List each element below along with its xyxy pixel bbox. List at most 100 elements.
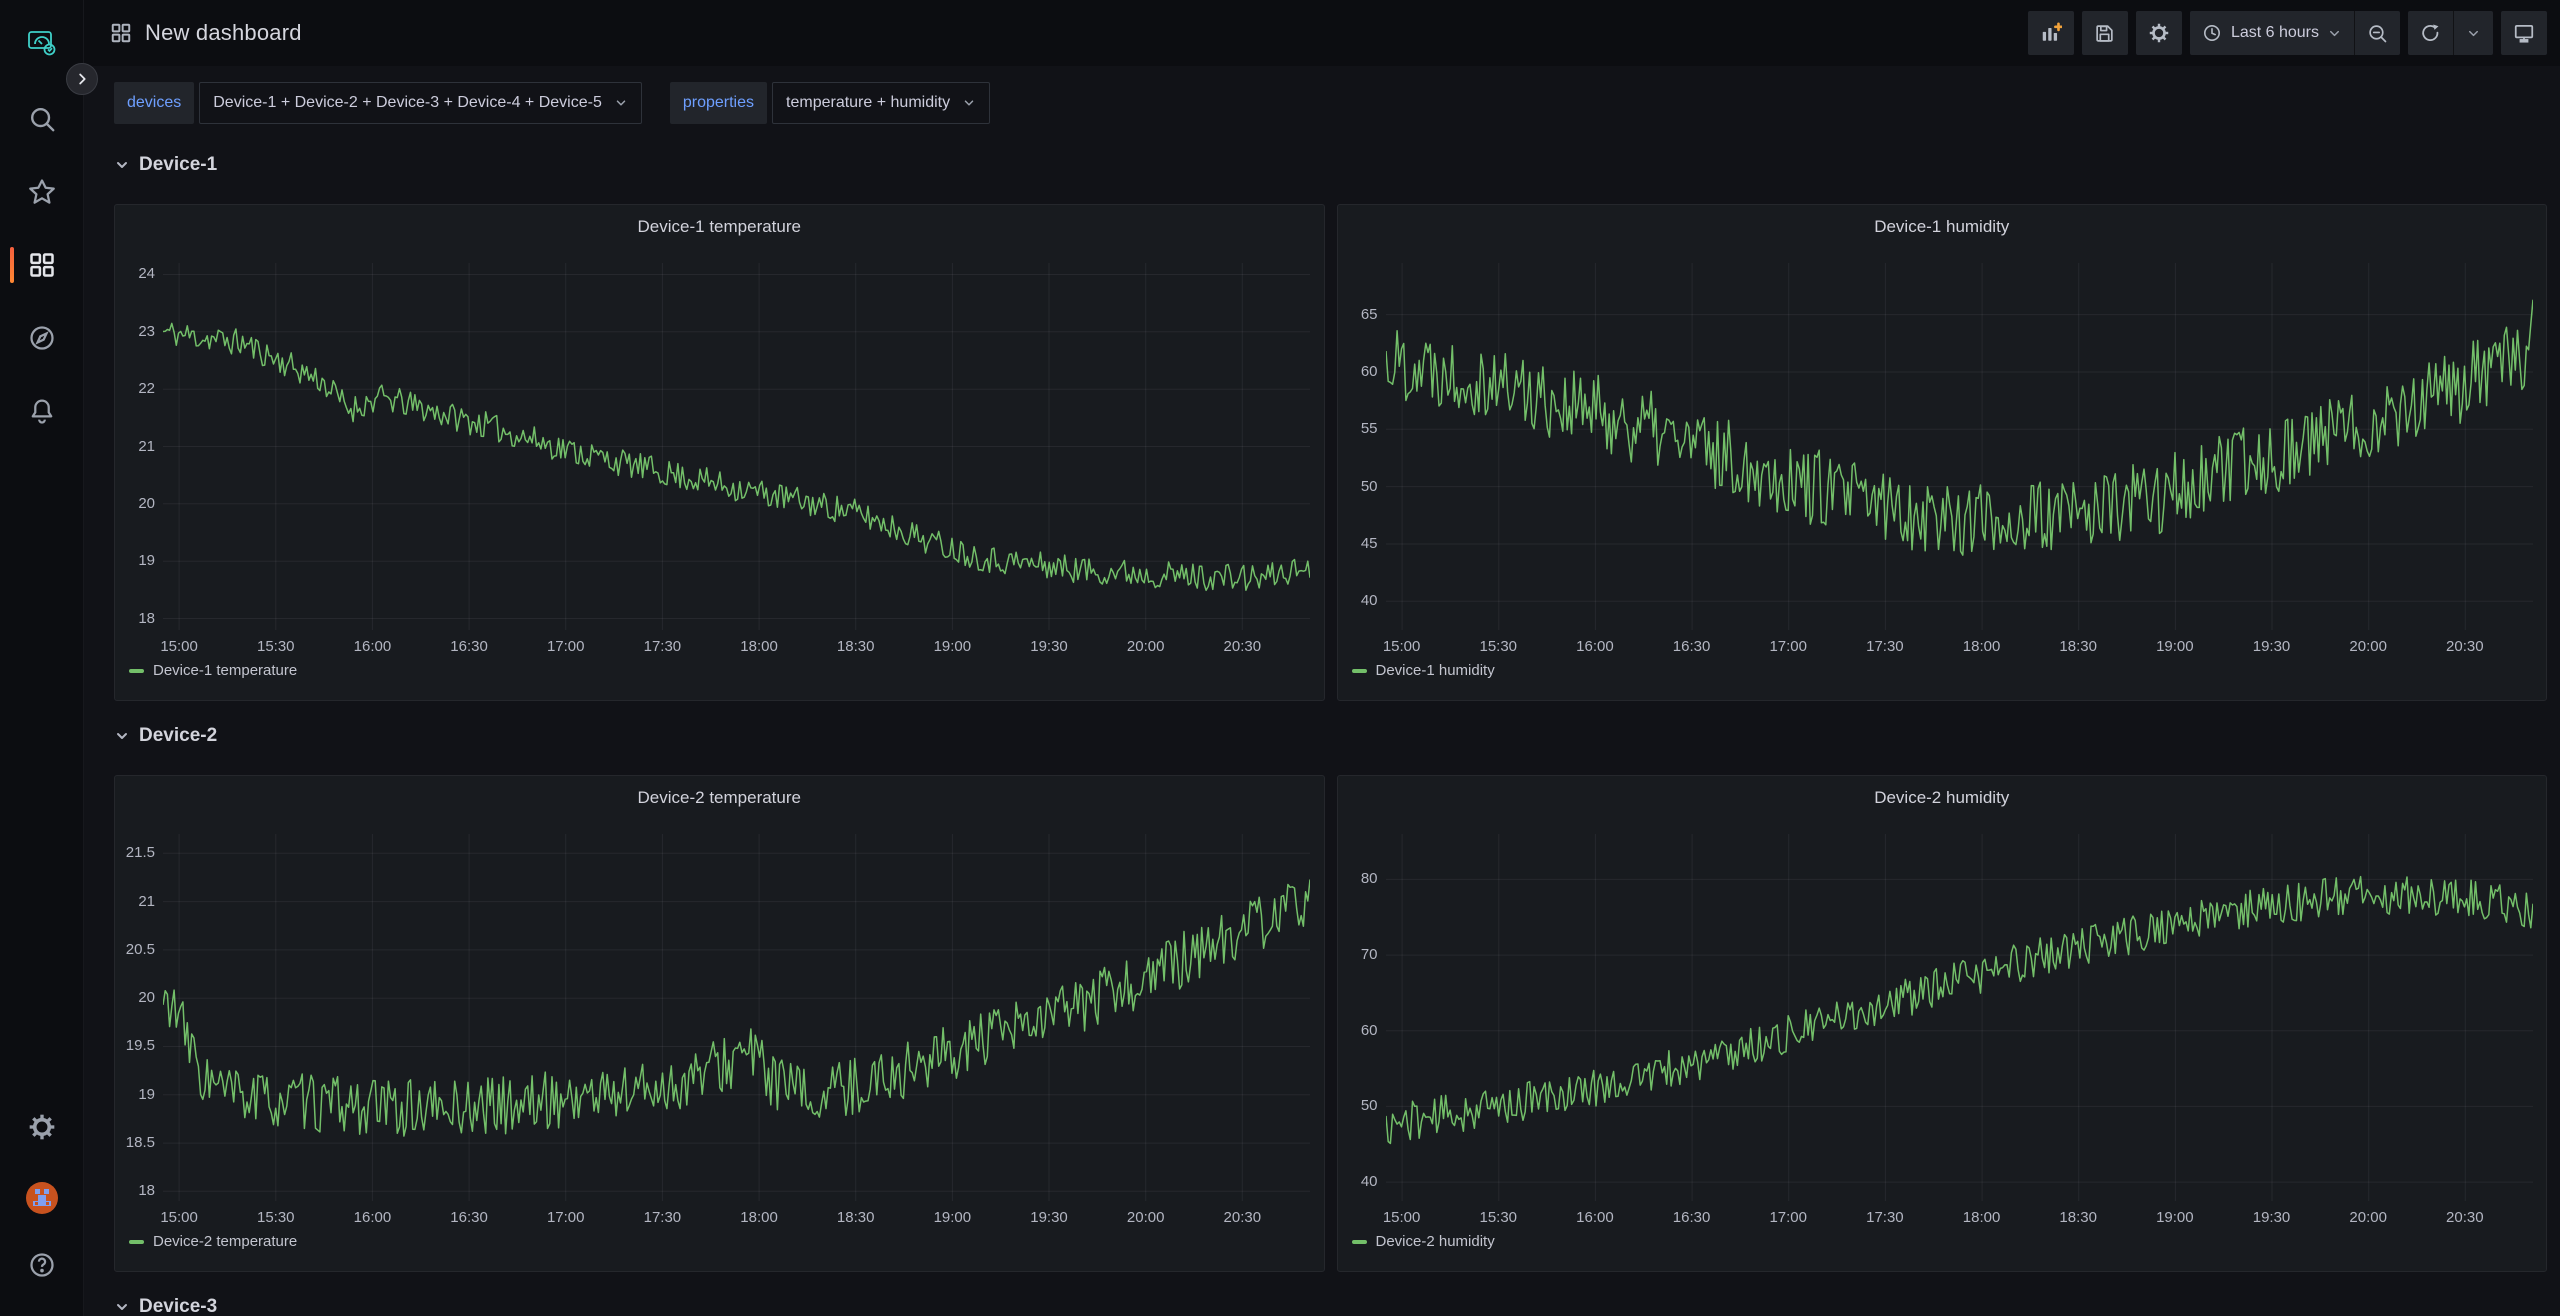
panel-title[interactable]: Device-2 temperature [115, 788, 1324, 808]
dashboard-settings-button[interactable] [2136, 11, 2182, 55]
x-axis-tick-label: 18:00 [731, 638, 787, 655]
timeseries-panel: Device-1 temperature Device-1 temperatur… [114, 204, 1325, 701]
variable-label[interactable]: devices [114, 82, 194, 124]
timeseries-panel: Device-2 temperature Device-2 temperatur… [114, 775, 1325, 1272]
series-line [1386, 877, 2533, 1144]
x-axis-tick-label: 20:00 [1118, 1209, 1174, 1226]
y-axis-tick-label: 21.5 [115, 844, 155, 861]
legend-item[interactable]: Device-2 temperature [129, 1233, 297, 1250]
sidebar [0, 0, 84, 1316]
y-axis-tick-label: 50 [1338, 478, 1378, 495]
y-axis-tick-label: 18 [115, 1182, 155, 1199]
grafana-app: New dashboard [0, 0, 2560, 1316]
dashboard-row-header[interactable]: Device-2 [114, 723, 2547, 749]
x-axis-tick-label: 19:00 [924, 1209, 980, 1226]
y-axis-tick-label: 55 [1338, 420, 1378, 437]
time-series-plot[interactable] [163, 263, 1310, 630]
x-axis-tick-label: 15:00 [151, 1209, 207, 1226]
expand-nav-button[interactable] [66, 63, 98, 95]
x-axis-tick-label: 16:00 [344, 1209, 400, 1226]
x-axis-tick-label: 19:30 [1021, 1209, 1077, 1226]
y-axis-tick-label: 20 [115, 495, 155, 512]
y-axis-tick-label: 20.5 [115, 941, 155, 958]
y-axis-tick-label: 40 [1338, 1173, 1378, 1190]
variable-value-dropdown[interactable]: Device-1 + Device-2 + Device-3 + Device-… [199, 82, 642, 124]
panel-title[interactable]: Device-1 humidity [1338, 217, 2547, 237]
y-axis-tick-label: 18.5 [115, 1134, 155, 1151]
x-axis-tick-label: 17:00 [1760, 1209, 1816, 1226]
panel-title[interactable]: Device-2 humidity [1338, 788, 2547, 808]
variable-control: properties temperature + humidity [670, 82, 990, 124]
panel-title[interactable]: Device-1 temperature [115, 217, 1324, 237]
x-axis-tick-label: 19:30 [2244, 638, 2300, 655]
row-title: Device-2 [139, 725, 217, 747]
legend-label: Device-1 humidity [1376, 662, 1495, 679]
explore-compass-icon[interactable] [18, 314, 66, 362]
x-axis-tick-label: 16:00 [1567, 638, 1623, 655]
x-axis-tick-label: 19:00 [2147, 1209, 2203, 1226]
x-axis-tick-label: 19:00 [924, 638, 980, 655]
x-axis-tick-label: 17:30 [1857, 1209, 1913, 1226]
x-axis-tick-label: 20:30 [2437, 1209, 2493, 1226]
row-title: Device-3 [139, 1296, 217, 1316]
x-axis-tick-label: 17:30 [634, 1209, 690, 1226]
legend-item[interactable]: Device-2 humidity [1352, 1233, 1495, 1250]
x-axis-tick-label: 18:30 [2050, 1209, 2106, 1226]
x-axis-tick-label: 18:30 [2050, 638, 2106, 655]
dashboard-row-header[interactable]: Device-3 [114, 1294, 2547, 1316]
legend-swatch [129, 669, 144, 673]
x-axis-tick-label: 18:30 [828, 1209, 884, 1226]
x-axis-tick-label: 18:30 [828, 638, 884, 655]
kiosk-mode-button[interactable] [2501, 11, 2547, 55]
y-axis-tick-label: 21 [115, 893, 155, 910]
grafana-logo-icon[interactable] [18, 18, 66, 66]
timeseries-panel: Device-1 humidity Device-1 humidity 4045… [1337, 204, 2548, 701]
starred-icon[interactable] [18, 168, 66, 216]
x-axis-tick-label: 15:30 [1470, 638, 1526, 655]
x-axis-tick-label: 16:00 [344, 638, 400, 655]
variable-label[interactable]: properties [670, 82, 767, 124]
time-range-picker[interactable]: Last 6 hours [2190, 11, 2354, 55]
time-series-plot[interactable] [1386, 834, 2533, 1201]
time-picker-group: Last 6 hours [2190, 11, 2400, 55]
dashboard-row-header[interactable]: Device-1 [114, 152, 2547, 178]
x-axis-tick-label: 20:00 [2340, 1209, 2396, 1226]
search-icon[interactable] [18, 95, 66, 143]
y-axis-tick-label: 23 [115, 323, 155, 340]
time-series-plot[interactable] [1386, 263, 2533, 630]
refresh-group [2408, 11, 2493, 55]
time-series-plot[interactable] [163, 834, 1310, 1201]
x-axis-tick-label: 19:00 [2147, 638, 2203, 655]
x-axis-tick-label: 19:30 [1021, 638, 1077, 655]
row-title: Device-1 [139, 154, 217, 176]
x-axis-tick-label: 17:00 [1760, 638, 1816, 655]
clock-icon [2202, 23, 2222, 43]
panel-row: Device-2 temperature Device-2 temperatur… [114, 775, 2547, 1272]
dashboards-icon[interactable] [18, 241, 66, 289]
y-axis-tick-label: 70 [1338, 946, 1378, 963]
refresh-interval-caret[interactable] [2454, 11, 2493, 55]
legend-swatch [1352, 669, 1367, 673]
add-panel-button[interactable] [2028, 11, 2074, 55]
save-dashboard-button[interactable] [2082, 11, 2128, 55]
timeseries-panel: Device-2 humidity Device-2 humidity 4050… [1337, 775, 2548, 1272]
variable-value-dropdown[interactable]: temperature + humidity [772, 82, 990, 124]
x-axis-tick-label: 15:30 [248, 1209, 304, 1226]
x-axis-tick-label: 17:30 [1857, 638, 1913, 655]
alerting-bell-icon[interactable] [18, 387, 66, 435]
x-axis-tick-label: 17:00 [538, 1209, 594, 1226]
page-title[interactable]: New dashboard [145, 20, 302, 46]
series-line [163, 323, 1310, 590]
x-axis-tick-label: 17:00 [538, 638, 594, 655]
x-axis-tick-label: 15:00 [1374, 638, 1430, 655]
legend-item[interactable]: Device-1 temperature [129, 662, 297, 679]
user-avatar[interactable] [18, 1174, 66, 1222]
zoom-out-button[interactable] [2355, 11, 2400, 55]
x-axis-tick-label: 20:30 [2437, 638, 2493, 655]
legend-item[interactable]: Device-1 humidity [1352, 662, 1495, 679]
settings-gear-icon[interactable] [18, 1103, 66, 1151]
y-axis-tick-label: 60 [1338, 1022, 1378, 1039]
refresh-button[interactable] [2408, 11, 2453, 55]
help-icon[interactable] [18, 1241, 66, 1289]
active-nav-indicator [10, 247, 14, 283]
